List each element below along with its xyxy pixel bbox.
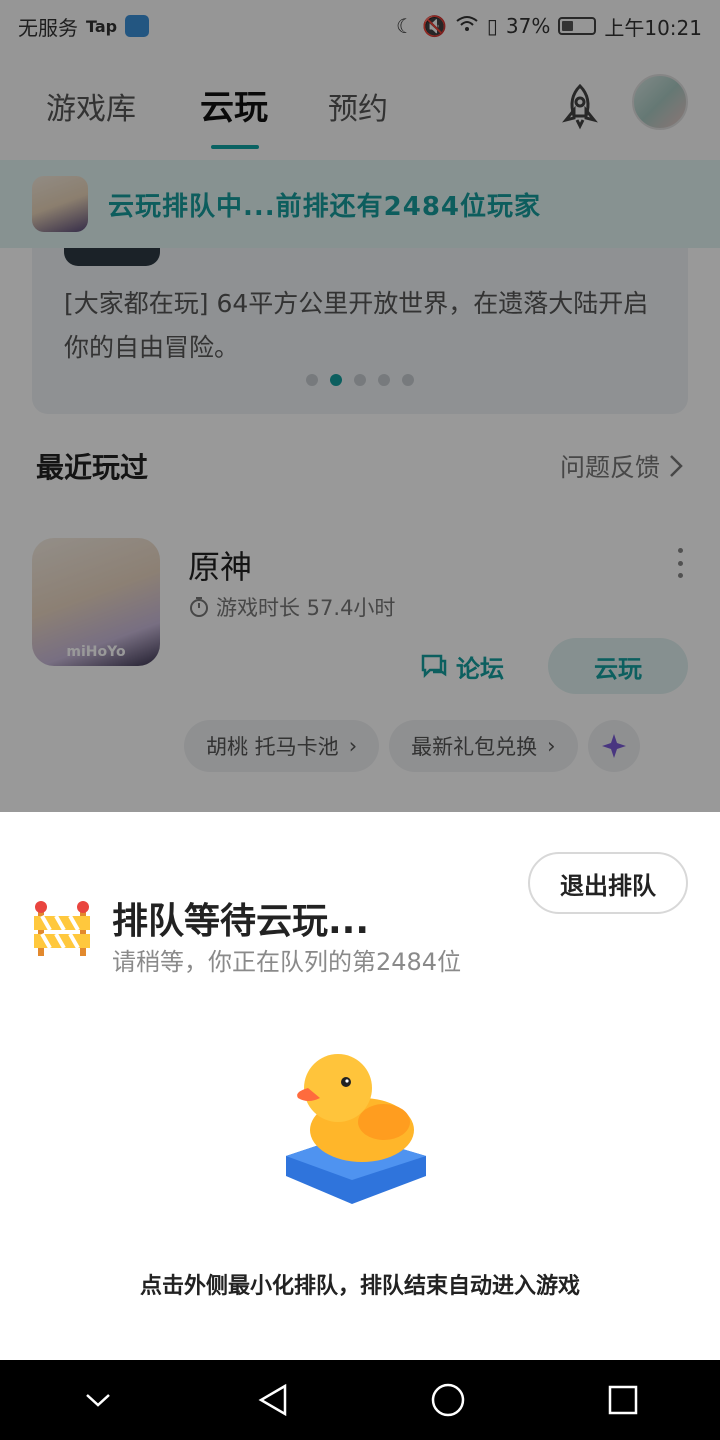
nav-back-button[interactable]	[233, 1360, 313, 1440]
barrier-icon	[32, 898, 92, 958]
queue-sheet: 排队等待云玩... 请稍等，你正在队列的第2484位 退出排队 点击外侧最小化排…	[0, 812, 720, 1360]
duck-illustration	[280, 1048, 430, 1212]
chevron-down-icon	[85, 1394, 110, 1407]
recents-square-icon	[608, 1385, 637, 1415]
minimize-hint: 点击外侧最小化排队，排队结束自动进入游戏	[139, 1274, 580, 1299]
sheet-subtitle: 请稍等，你正在队列的第2484位	[112, 948, 462, 976]
exit-queue-button[interactable]: 退出排队	[528, 852, 688, 914]
nav-recents-button[interactable]	[583, 1360, 663, 1440]
back-triangle-icon	[258, 1383, 286, 1417]
sheet-title: 排队等待云玩...	[112, 901, 370, 942]
nav-collapse-button[interactable]	[58, 1360, 138, 1440]
system-nav-bar	[0, 1360, 720, 1440]
home-circle-icon	[431, 1383, 464, 1417]
nav-home-button[interactable]	[408, 1360, 488, 1440]
dim-overlay[interactable]	[0, 0, 720, 812]
